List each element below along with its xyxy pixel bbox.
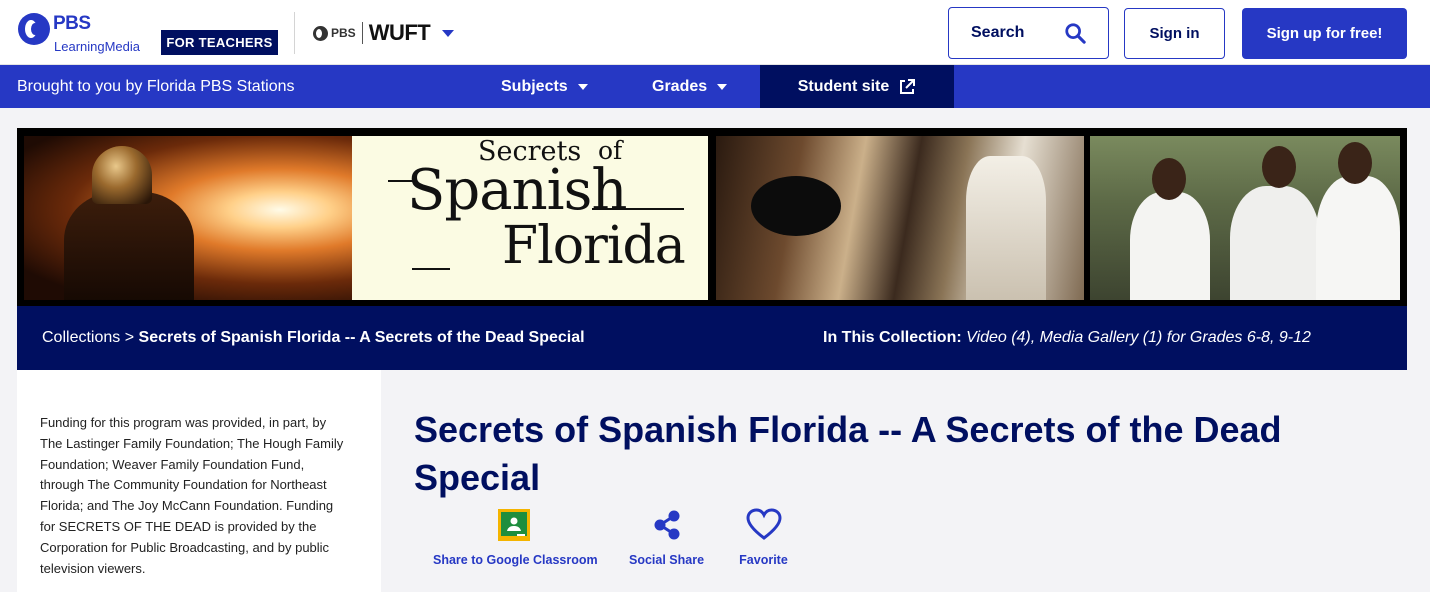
banner-head xyxy=(1338,142,1372,184)
pbs-learningmedia-logo[interactable]: PBS LearningMedia xyxy=(18,13,158,57)
station-network: PBS xyxy=(331,26,356,40)
station-selector[interactable]: PBS WUFT xyxy=(313,18,455,48)
logo-product: LearningMedia xyxy=(54,39,141,54)
sign-up-button[interactable]: Sign up for free! xyxy=(1242,8,1407,59)
sign-in-button[interactable]: Sign in xyxy=(1124,8,1225,59)
breadcrumb-current: Secrets of Spanish Florida -- A Secrets … xyxy=(138,329,585,346)
main-nav: Brought to you by Florida PBS Stations S… xyxy=(0,65,1430,108)
nav-student-site-label: Student site xyxy=(797,78,890,95)
funding-sidebar: Funding for this program was provided, i… xyxy=(17,370,381,592)
search-label: Search xyxy=(971,24,1025,41)
nav-subjects-label: Subjects xyxy=(501,78,568,95)
banner-person xyxy=(1130,192,1210,300)
breadcrumb-collections-link[interactable]: Collections xyxy=(42,329,120,346)
share-icon xyxy=(654,510,679,540)
social-share-label: Social Share xyxy=(629,553,705,567)
social-share-button[interactable]: Social Share xyxy=(629,508,704,567)
banner-image-people xyxy=(1090,136,1400,300)
banner-image-painting xyxy=(716,136,1084,300)
banner-title-spanish: Spanish xyxy=(407,158,627,223)
chevron-down-icon xyxy=(577,83,588,90)
breadcrumb-separator: > xyxy=(124,329,135,346)
site-header: PBS LearningMedia FOR TEACHERS PBS WUFT … xyxy=(0,0,1430,65)
collection-info-label: In This Collection: xyxy=(823,329,962,346)
favorite-label: Favorite xyxy=(739,553,788,567)
audience-badge: FOR TEACHERS xyxy=(161,30,278,55)
station-separator xyxy=(361,22,363,44)
nav-subjects[interactable]: Subjects xyxy=(501,65,588,108)
banner-image-conquistador xyxy=(24,136,352,300)
banner-title-card: Secrets of Spanish Florida xyxy=(352,136,708,300)
chevron-down-icon xyxy=(442,29,455,37)
google-classroom-icon xyxy=(498,509,530,541)
banner-person xyxy=(1316,176,1400,300)
funding-text: Funding for this program was provided, i… xyxy=(40,415,344,576)
banner-title-florida: Florida xyxy=(502,216,686,276)
header-divider xyxy=(294,12,295,54)
banner-figure xyxy=(64,192,194,300)
nav-student-site[interactable]: Student site xyxy=(760,65,954,108)
nav-grades[interactable]: Grades xyxy=(652,65,728,108)
collection-info-value: Video (4), Media Gallery (1) for Grades … xyxy=(966,329,1311,346)
search-button[interactable]: Search xyxy=(948,7,1109,59)
station-name: WUFT xyxy=(368,20,431,45)
collection-bar: Collections > Secrets of Spanish Florida… xyxy=(17,306,1407,370)
favorite-button[interactable]: Favorite xyxy=(737,508,790,567)
search-icon xyxy=(1065,23,1086,44)
brought-by-text: Brought to you by Florida PBS Stations xyxy=(17,78,295,95)
share-google-classroom-label: Share to Google Classroom xyxy=(433,553,598,567)
nav-grades-label: Grades xyxy=(652,78,708,95)
banner-hat xyxy=(751,176,841,236)
station-pbs-icon xyxy=(313,25,328,41)
banner-head xyxy=(1262,146,1296,188)
heart-icon xyxy=(745,508,782,540)
banner-person xyxy=(1230,186,1320,300)
logo-brand: PBS xyxy=(53,13,91,34)
pbs-logo-icon xyxy=(18,13,50,45)
banner-robe xyxy=(966,156,1046,300)
share-google-classroom-button[interactable]: Share to Google Classroom xyxy=(433,508,598,567)
chevron-down-icon xyxy=(717,83,728,90)
banner-title-line xyxy=(412,268,450,270)
collection-main: Secrets of Spanish Florida -- A Secrets … xyxy=(381,370,1390,592)
external-link-icon xyxy=(900,78,916,94)
collection-banner: Secrets of Spanish Florida xyxy=(17,128,1407,306)
breadcrumb: Collections > Secrets of Spanish Florida… xyxy=(42,306,585,370)
banner-head xyxy=(1152,158,1186,200)
collection-info: In This Collection: Video (4), Media Gal… xyxy=(823,306,1311,370)
page-title: Secrets of Spanish Florida -- A Secrets … xyxy=(414,409,1282,498)
banner-helmet xyxy=(92,146,152,204)
